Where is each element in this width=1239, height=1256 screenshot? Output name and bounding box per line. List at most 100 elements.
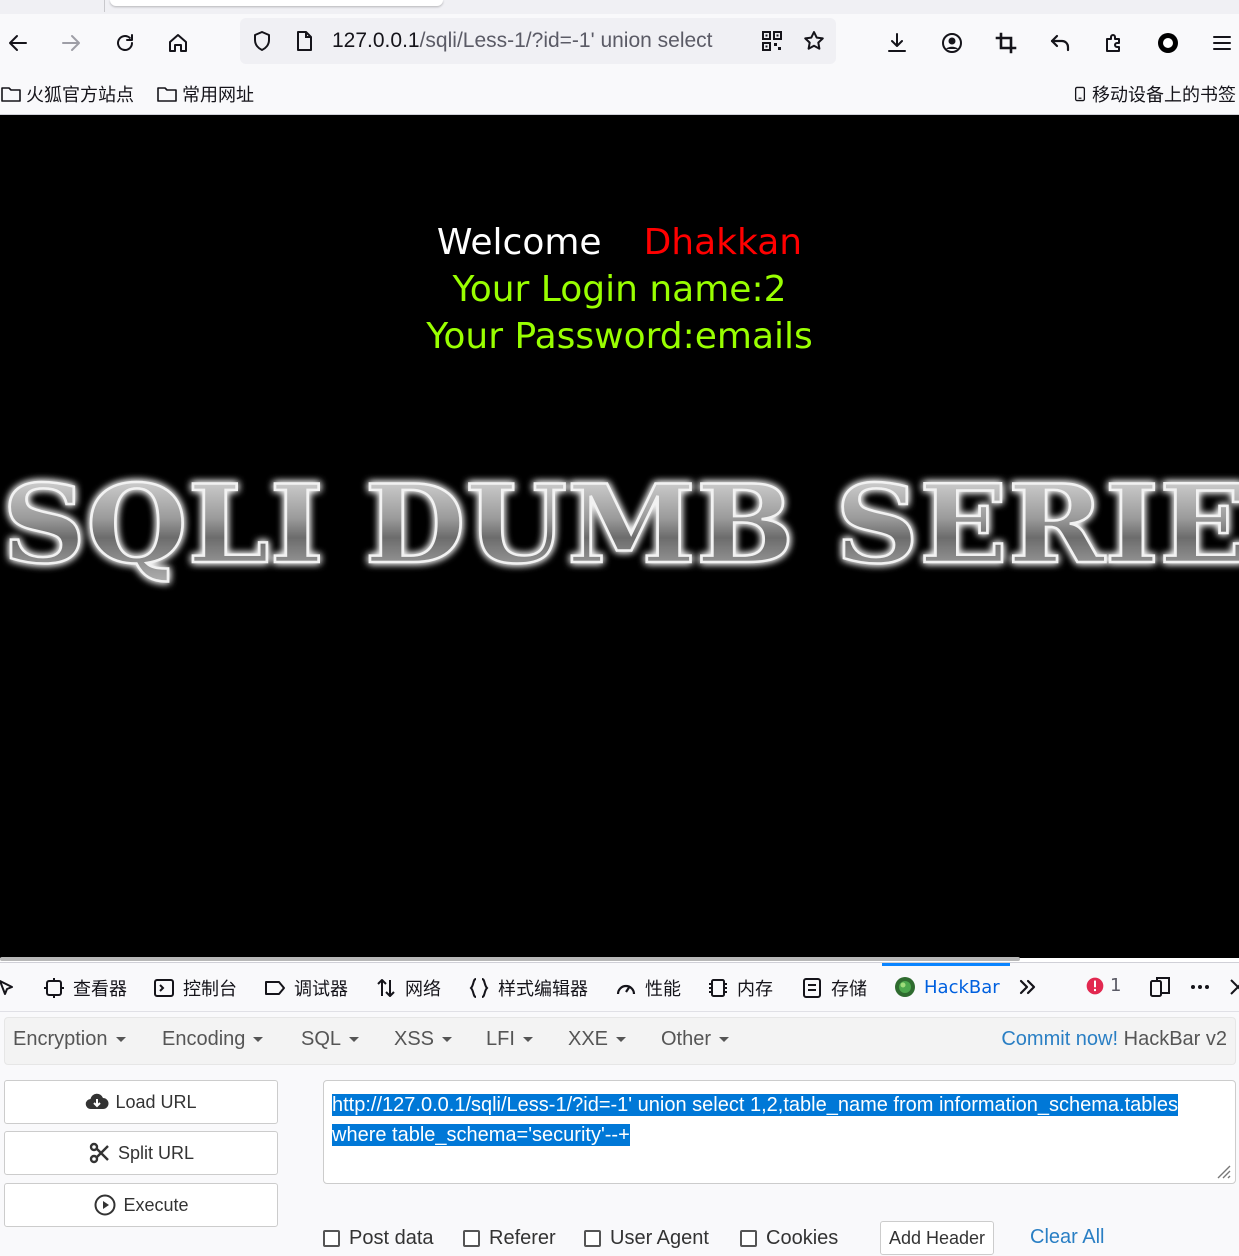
mobile-bookmarks[interactable]: 移动设备上的书签 <box>1072 81 1236 107</box>
checkbox-label: Cookies <box>766 1227 839 1249</box>
cookies-checkbox[interactable]: Cookies <box>740 1227 838 1250</box>
circle-profile-icon <box>1158 33 1178 53</box>
page-info-icon[interactable] <box>292 29 316 53</box>
url-text[interactable]: 127.0.0.1/sqli/Less-1/?id=-1' union sele… <box>332 29 742 53</box>
devtools-tab-bar: 查看器 控制台 调试器 网络 样式编辑器 性能 内存 存储 HackBar 1 <box>0 963 1239 1012</box>
menu-other[interactable]: Other <box>661 1028 730 1051</box>
checkbox-label: Post data <box>349 1227 434 1249</box>
menu-button[interactable] <box>1205 26 1239 60</box>
menu-sql[interactable]: SQL <box>301 1028 360 1051</box>
checkbox-box[interactable] <box>584 1230 601 1247</box>
download-icon <box>888 33 906 52</box>
devtools-options-button[interactable] <box>1188 975 1212 999</box>
commit-now-link[interactable]: Commit now! <box>1001 1028 1118 1050</box>
tracking-shield-icon[interactable] <box>250 29 274 53</box>
style-editor-icon <box>469 978 489 998</box>
close-icon <box>1230 979 1239 995</box>
qr-code-icon[interactable] <box>760 29 784 53</box>
split-url-button[interactable]: Split URL <box>4 1131 278 1175</box>
extensions-button[interactable] <box>1097 26 1131 60</box>
url-textarea[interactable]: http://127.0.0.1/sqli/Less-1/?id=-1' uni… <box>323 1080 1236 1184</box>
tab-label: HackBar <box>924 976 1000 998</box>
menu-label: Encryption <box>13 1028 108 1050</box>
checkbox-box[interactable] <box>740 1230 757 1247</box>
resize-grip-icon[interactable] <box>1213 1161 1231 1179</box>
home-button[interactable] <box>161 26 195 60</box>
url-textarea-value[interactable]: http://127.0.0.1/sqli/Less-1/?id=-1' uni… <box>332 1090 1227 1150</box>
tab-inspector[interactable]: 查看器 <box>42 975 127 1001</box>
back-button[interactable] <box>1 26 35 60</box>
bookmarks-toolbar: 火狐官方站点 常用网址 移动设备上的书签 <box>0 72 1239 115</box>
active-tab-indicator <box>882 963 1010 966</box>
load-url-button[interactable]: Load URL <box>4 1080 278 1124</box>
menu-lfi[interactable]: LFI <box>486 1028 533 1051</box>
tab-style-editor[interactable]: 样式编辑器 <box>467 975 588 1001</box>
hamburger-menu-icon <box>1213 36 1231 50</box>
tab-performance[interactable]: 性能 <box>614 975 681 1001</box>
url-host: 127.0.0.1 <box>332 29 420 52</box>
error-counter[interactable]: 1 <box>1085 975 1121 996</box>
caret-down-icon <box>253 1037 264 1043</box>
bookmark-label: 火狐官方站点 <box>26 85 134 106</box>
storage-icon <box>803 978 821 998</box>
referer-checkbox[interactable]: Referer <box>463 1227 556 1250</box>
bookmark-label: 常用网址 <box>182 85 254 106</box>
selected-url-text: http://127.0.0.1/sqli/Less-1/?id=-1' uni… <box>332 1094 1178 1146</box>
bookmark-star-icon[interactable] <box>802 29 826 53</box>
page-content: Welcome Dhakkan Your Login name:2 Your Pa… <box>0 115 1239 958</box>
checkbox-box[interactable] <box>463 1230 480 1247</box>
pick-element-icon <box>0 980 13 995</box>
home-icon <box>169 34 187 52</box>
close-devtools-button[interactable] <box>1226 975 1239 999</box>
reload-button[interactable] <box>108 26 142 60</box>
tab-label: 网络 <box>405 979 441 1000</box>
active-tab[interactable] <box>110 0 443 6</box>
forward-button[interactable] <box>54 26 88 60</box>
tab-strip <box>0 0 1239 14</box>
downloads-button[interactable] <box>880 26 914 60</box>
undo-button[interactable] <box>1043 26 1077 60</box>
hackbar-icon <box>895 977 915 997</box>
checkbox-box[interactable] <box>323 1230 340 1247</box>
account-button[interactable] <box>935 26 969 60</box>
menu-encryption[interactable]: Encryption <box>13 1028 126 1051</box>
banner-title: SQLI DUMB SERIES <box>2 462 1239 588</box>
responsive-design-button[interactable] <box>1148 975 1172 999</box>
console-icon <box>154 979 174 997</box>
user-agent-checkbox[interactable]: User Agent <box>584 1227 709 1250</box>
tab-label: 存储 <box>831 979 867 1000</box>
tab-label: 样式编辑器 <box>498 979 588 1000</box>
tab-debugger[interactable]: 调试器 <box>263 975 348 1001</box>
post-data-checkbox[interactable]: Post data <box>323 1227 434 1250</box>
clear-all-link[interactable]: Clear All <box>1030 1226 1104 1249</box>
add-header-button[interactable]: Add Header <box>880 1221 994 1255</box>
tab-hackbar[interactable]: HackBar <box>893 975 1000 999</box>
more-tools-button[interactable] <box>1016 975 1040 999</box>
menu-label: SQL <box>301 1028 342 1050</box>
button-label: Load URL <box>115 1091 197 1112</box>
menu-xxe[interactable]: XXE <box>568 1028 627 1051</box>
address-bar[interactable]: 127.0.0.1/sqli/Less-1/?id=-1' union sele… <box>240 18 836 64</box>
login-name-text: Your Login name:2 <box>452 269 787 310</box>
folder-icon <box>157 87 177 102</box>
tab-network[interactable]: 网络 <box>374 975 441 1001</box>
username-text: Dhakkan <box>643 222 803 263</box>
tab-storage[interactable]: 存储 <box>800 975 867 1001</box>
menu-xss[interactable]: XSS <box>394 1028 453 1051</box>
horizontal-scrollbar[interactable] <box>0 957 1020 961</box>
tab-memory[interactable]: 内存 <box>706 975 773 1001</box>
bookmark-folder-firefox[interactable]: 火狐官方站点 <box>0 81 134 107</box>
network-icon <box>377 979 395 997</box>
menu-encoding[interactable]: Encoding <box>162 1028 264 1051</box>
menu-label: LFI <box>486 1028 515 1050</box>
element-picker-button[interactable] <box>0 975 18 999</box>
tab-console[interactable]: 控制台 <box>152 975 237 1001</box>
error-count: 1 <box>1110 975 1122 996</box>
forward-arrow-icon <box>62 35 80 51</box>
inspector-icon <box>44 978 64 998</box>
commit-link[interactable]: Commit now! HackBar v2 <box>1001 1028 1227 1051</box>
bookmark-folder-common[interactable]: 常用网址 <box>156 81 254 107</box>
profile-button[interactable] <box>1151 26 1185 60</box>
screenshot-button[interactable] <box>989 26 1023 60</box>
responsive-mode-icon <box>1150 977 1170 997</box>
